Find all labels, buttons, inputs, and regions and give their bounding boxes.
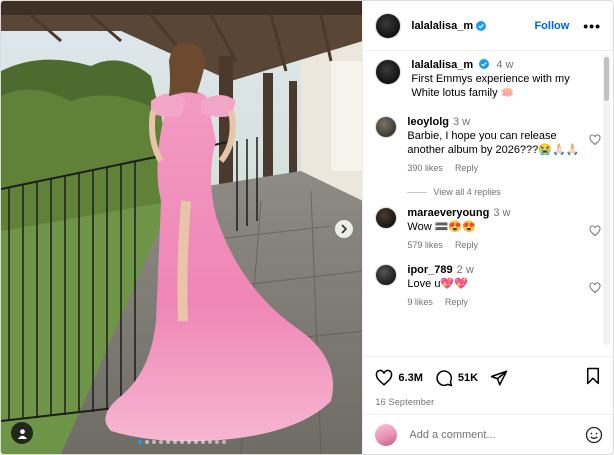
comment-item: leoylolg 3 w Barbie, I hope you can relea…	[375, 116, 601, 173]
verified-badge-icon	[479, 59, 490, 69]
post-caption: lalalalisa_m 4 w First Emmys experience …	[375, 59, 589, 100]
commenter-avatar[interactable]	[375, 264, 398, 286]
post-header: lalalalisa_m Follow •••	[363, 1, 613, 51]
caption-text-line2: White lotus family 🪷	[411, 87, 515, 99]
comment-likes[interactable]: 9 likes	[407, 297, 433, 307]
comment-icon	[436, 369, 453, 386]
reply-button[interactable]: Reply	[445, 297, 468, 307]
instagram-post-dialog: lalalalisa_m Follow ••• lalalalisa_m 4 w…	[0, 0, 614, 455]
comment-composer	[363, 414, 613, 454]
reply-button[interactable]: Reply	[455, 240, 478, 250]
chevron-right-icon	[341, 224, 348, 234]
comment-text: Love u💖💖	[407, 278, 468, 290]
post-actions: 6.3M 51K 16 September	[363, 356, 613, 414]
comment-username[interactable]: leoylolg	[407, 116, 449, 128]
carousel-dot	[200, 440, 205, 444]
post-photo	[1, 1, 363, 454]
caption-username[interactable]: lalalalisa_m	[411, 59, 473, 71]
comment-button[interactable]: 51K	[435, 369, 478, 387]
commenter-avatar[interactable]	[375, 207, 398, 229]
share-icon	[490, 370, 508, 385]
comment-username[interactable]: ipor_789	[407, 264, 452, 276]
carousel-dot	[151, 440, 156, 444]
comment-item: maraeveryoung 3 w Wow 🟰😍😍 579 likes Reply	[375, 207, 601, 250]
comment-input[interactable]	[409, 428, 577, 441]
carousel-dots	[1, 440, 362, 444]
carousel-dot	[179, 440, 184, 444]
scrollbar-thumb[interactable]	[604, 57, 609, 101]
comment-text: Wow 🟰😍😍	[407, 221, 476, 233]
comment-likes[interactable]: 579 likes	[407, 240, 443, 250]
comment-time[interactable]: 2 w	[457, 264, 474, 276]
commenter-avatar[interactable]	[375, 116, 398, 138]
carousel-dot	[137, 440, 142, 444]
comment-username[interactable]: maraeveryoung	[407, 207, 489, 219]
caption-avatar[interactable]	[375, 59, 402, 85]
comment-likes[interactable]: 390 likes	[407, 163, 443, 173]
photo-scene	[1, 1, 363, 454]
emoji-icon[interactable]	[585, 426, 603, 444]
heart-icon[interactable]	[589, 225, 601, 237]
comments-scrollbar[interactable]	[603, 55, 610, 345]
caption-time[interactable]: 4 w	[496, 59, 513, 71]
follow-button[interactable]: Follow	[534, 20, 569, 32]
share-button[interactable]	[490, 369, 508, 387]
comments-list[interactable]: lalalalisa_m 4 w First Emmys experience …	[363, 51, 613, 356]
carousel-dot	[193, 440, 198, 444]
like-count[interactable]: 6.3M	[398, 372, 422, 384]
bookmark-icon	[587, 367, 599, 385]
verified-badge-icon	[476, 20, 487, 31]
carousel-dot	[144, 440, 149, 444]
comment-item: ipor_789 2 w Love u💖💖 9 likes Reply	[375, 264, 601, 307]
carousel-dot	[207, 440, 212, 444]
carousel-dot	[172, 440, 177, 444]
heart-icon[interactable]	[589, 134, 601, 146]
carousel-dot	[165, 440, 170, 444]
reply-button[interactable]: Reply	[455, 163, 478, 173]
comment-count[interactable]: 51K	[458, 372, 478, 384]
current-user-avatar	[375, 423, 398, 446]
heart-icon	[376, 369, 393, 386]
more-options-button[interactable]: •••	[583, 19, 601, 33]
comment-time[interactable]: 3 w	[493, 207, 510, 219]
author-username[interactable]: lalalalisa_m	[411, 20, 473, 32]
save-button[interactable]	[585, 367, 601, 388]
post-date[interactable]: 16 September	[375, 397, 601, 407]
comment-time[interactable]: 3 w	[453, 116, 470, 128]
post-sidebar: lalalalisa_m Follow ••• lalalalisa_m 4 w…	[362, 1, 613, 454]
caption-text-line1: First Emmys experience with my	[411, 73, 570, 85]
author-avatar[interactable]	[375, 12, 402, 39]
carousel-dot	[221, 440, 226, 444]
carousel-dot	[214, 440, 219, 444]
heart-icon[interactable]	[589, 282, 601, 294]
like-button[interactable]: 6.3M	[375, 369, 423, 387]
view-replies-label: View all 4 replies	[433, 187, 501, 197]
comment-text: Barbie, I hope you can release another a…	[407, 130, 580, 156]
user-tag-icon	[17, 428, 27, 439]
carousel-dot	[158, 440, 163, 444]
carousel-dot	[186, 440, 191, 444]
view-replies-button[interactable]: View all 4 replies	[407, 187, 589, 197]
